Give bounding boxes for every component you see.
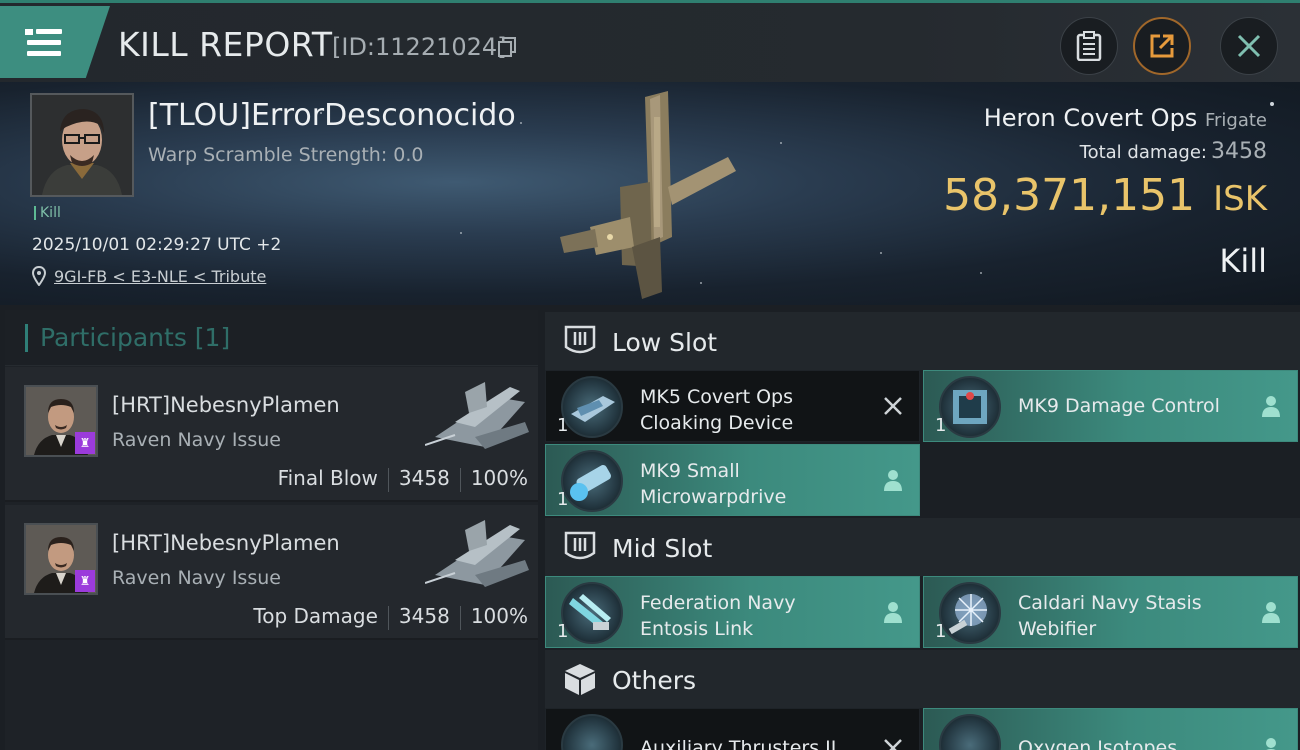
item-quantity: 1	[557, 621, 569, 642]
low-slot-header: Low Slot	[545, 312, 1300, 370]
participants-panel: Participants [1] ♜ [HRT]NebesnyPlamen Ra…	[5, 310, 538, 750]
item-name: Federation Navy Entosis Link	[640, 592, 796, 640]
menu-button[interactable]	[0, 6, 110, 78]
kill-report-screen: KILL REPORT [ID:11221024] [TLOU]ErrorDes…	[0, 0, 1300, 750]
fitting-item[interactable]: 1 MK9 Small Microwarpdrive	[545, 444, 920, 516]
participant-avatar[interactable]: ♜	[24, 385, 98, 457]
participant-avatar[interactable]: ♜	[24, 523, 98, 595]
isk-value: 58,371,151 ISK	[943, 170, 1267, 221]
item-name: MK9 Damage Control	[1018, 395, 1220, 417]
report-id: [ID:11221024]	[332, 33, 507, 61]
victim-ship-image	[560, 91, 736, 299]
kill-datetime: 2025/10/01 02:29:27 UTC +2	[32, 235, 282, 255]
warp-scramble-strength: Warp Scramble Strength: 0.0	[148, 144, 424, 166]
low-slot-icon	[564, 325, 596, 354]
total-damage-label: Total damage:	[1079, 142, 1207, 163]
entosis-link-icon	[561, 582, 623, 644]
item-name: Oxygen Isotopes	[1018, 737, 1178, 750]
share-button[interactable]	[1133, 17, 1191, 75]
stasis-webifier-icon	[939, 582, 1001, 644]
share-icon	[1150, 34, 1174, 58]
item-quantity: 1	[557, 489, 569, 510]
isk-amount: 58,371,151	[943, 170, 1196, 221]
participant-role: Final Blow	[277, 466, 378, 490]
item-quantity: 1	[935, 621, 947, 642]
participant-card[interactable]: ♜ [HRT]NebesnyPlamen Raven Navy Issue To…	[5, 505, 538, 640]
fitting-item[interactable]: 1 Federation Navy Entosis Link	[545, 576, 920, 648]
dropped-icon	[1262, 602, 1280, 623]
mid-slot-icon	[564, 531, 596, 560]
participant-percent: 100%	[470, 466, 528, 490]
low-slot-title: Low Slot	[612, 328, 718, 357]
dropped-icon	[884, 470, 902, 491]
fitting-item[interactable]: Auxiliary Thrusters II	[545, 708, 920, 750]
victim-banner: [TLOU]ErrorDesconocido Warp Scramble Str…	[0, 82, 1300, 305]
item-name: MK9 Small Microwarpdrive	[640, 460, 787, 508]
total-damage-value: 3458	[1211, 139, 1267, 164]
participant-role: Top Damage	[253, 604, 378, 628]
copy-icon[interactable]	[498, 37, 516, 57]
total-damage: Total damage: 3458	[1080, 139, 1267, 164]
location-pin-icon	[32, 266, 46, 286]
close-icon	[1237, 34, 1261, 58]
mid-slot-title: Mid Slot	[612, 534, 713, 563]
participant-card[interactable]: ♜ [HRT]NebesnyPlamen Raven Navy Issue Fi…	[5, 367, 538, 502]
header-bar: KILL REPORT [ID:11221024]	[0, 0, 1300, 82]
item-name: Auxiliary Thrusters II	[640, 737, 837, 750]
destroyed-icon	[884, 397, 902, 415]
participant-ship: Raven Navy Issue	[112, 567, 281, 589]
cloaking-device-icon	[561, 376, 623, 438]
menu-icon	[25, 29, 33, 35]
fitting-panel: Low Slot 1 MK5 Covert Ops Cloaking Device…	[545, 310, 1300, 750]
fitting-item[interactable]: Oxygen Isotopes	[923, 708, 1298, 750]
dropped-icon	[884, 602, 902, 623]
dropped-icon	[1266, 738, 1276, 750]
auxiliary-thrusters-icon	[561, 714, 623, 750]
others-title: Others	[612, 666, 697, 695]
fitting-item[interactable]: 1 MK9 Damage Control	[923, 370, 1298, 442]
participant-ship-image	[425, 520, 529, 587]
ship-name: Heron Covert Ops	[983, 104, 1198, 132]
participants-header: Participants [1]	[5, 310, 538, 366]
participant-damage: 3458	[398, 604, 450, 628]
corp-badge-icon: ♜	[75, 432, 95, 454]
cargo-box-icon	[565, 664, 595, 695]
page-title: KILL REPORT	[118, 25, 333, 64]
oxygen-isotopes-icon	[939, 714, 1001, 750]
destroyed-icon	[884, 739, 902, 750]
result-label: Kill	[1219, 242, 1267, 280]
victim-avatar[interactable]	[30, 93, 134, 197]
victim-ship[interactable]: Heron Covert Ops Frigate	[984, 104, 1267, 132]
participant-stats: Final Blow 3458 100%	[278, 466, 528, 492]
item-quantity: 1	[935, 415, 947, 436]
participant-name[interactable]: [HRT]NebesnyPlamen	[112, 393, 340, 417]
participant-ship: Raven Navy Issue	[112, 429, 281, 451]
kill-location-link[interactable]: 9GI-FB < E3-NLE < Tribute	[54, 267, 266, 286]
item-name: Caldari Navy Stasis Webifier	[1018, 592, 1202, 640]
dropped-icon	[1262, 396, 1280, 417]
participant-ship-image	[425, 382, 529, 449]
item-name: MK5 Covert Ops Cloaking Device	[640, 386, 794, 434]
corp-badge-icon: ♜	[75, 570, 95, 592]
ship-class: Frigate	[1204, 110, 1267, 131]
others-header: Others	[545, 650, 1300, 708]
damage-control-icon	[939, 376, 1001, 438]
mid-slot-header: Mid Slot	[545, 518, 1300, 576]
participant-name[interactable]: [HRT]NebesnyPlamen	[112, 531, 340, 555]
participant-damage: 3458	[398, 466, 450, 490]
participants-title: Participants [1]	[25, 324, 230, 352]
fitting-item[interactable]: 1 MK5 Covert Ops Cloaking Device	[545, 370, 920, 442]
item-quantity: 1	[557, 415, 569, 436]
participant-percent: 100%	[470, 604, 528, 628]
microwarpdrive-icon	[561, 450, 623, 512]
kill-tag: Kill	[34, 206, 61, 220]
close-button[interactable]	[1220, 17, 1278, 75]
isk-unit: ISK	[1213, 179, 1267, 219]
victim-name[interactable]: [TLOU]ErrorDesconocido	[148, 98, 516, 133]
fitting-item[interactable]: 1 Caldari Navy Stasis Webifier	[923, 576, 1298, 648]
participant-stats: Top Damage 3458 100%	[253, 604, 528, 630]
clipboard-button[interactable]	[1060, 17, 1118, 75]
clipboard-icon	[1076, 31, 1102, 61]
